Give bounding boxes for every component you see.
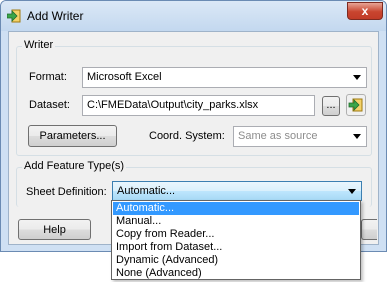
help-button[interactable]: Help [18,219,91,240]
close-button[interactable]: x [347,2,383,20]
chevron-down-icon [348,189,356,194]
parameters-button[interactable]: Parameters... [28,125,117,147]
dropdown-option-import-from-dataset[interactable]: Import from Dataset... [113,241,359,254]
dataset-settings-button[interactable] [346,94,366,116]
sheet-definition-label: Sheet Definition: [26,186,107,198]
dropdown-option-none[interactable]: None (Advanced) [113,267,359,280]
sheet-definition-value: Automatic... [117,185,176,197]
chevron-down-icon [353,134,361,139]
format-value: Microsoft Excel [87,71,162,83]
window-title: Add Writer [27,9,84,23]
dropdown-option-manual[interactable]: Manual... [113,215,359,228]
browse-button[interactable]: ... [322,96,340,116]
add-writer-icon [7,9,21,23]
coord-system-select[interactable]: Same as source [233,126,367,147]
format-label: Format: [29,71,67,83]
dataset-field[interactable]: C:\FMEData\Output\city_parks.xlsx [82,95,315,116]
coord-system-label: Coord. System: [149,130,225,142]
chevron-down-icon [353,75,361,80]
dataset-value: C:\FMEData\Output\city_parks.xlsx [87,99,259,111]
dataset-label: Dataset: [29,99,70,111]
dropdown-option-automatic[interactable]: Automatic... [113,202,359,215]
dataset-settings-icon [348,98,363,112]
hidden-button[interactable] [361,219,377,240]
sheet-definition-select[interactable]: Automatic... [112,181,362,201]
feature-type-group-label: Add Feature Type(s) [22,160,127,172]
format-select[interactable]: Microsoft Excel [82,67,367,88]
coord-system-value: Same as source [238,130,318,142]
sheet-definition-dropdown: Automatic... Manual... Copy from Reader.… [111,200,361,280]
title-bar[interactable]: Add Writer x [1,1,386,31]
dropdown-option-dynamic[interactable]: Dynamic (Advanced) [113,254,359,267]
writer-group-label: Writer [22,39,56,51]
writer-group: Writer Format: Microsoft Excel Dataset: … [16,39,372,156]
dropdown-option-copy-from-reader[interactable]: Copy from Reader... [113,228,359,241]
